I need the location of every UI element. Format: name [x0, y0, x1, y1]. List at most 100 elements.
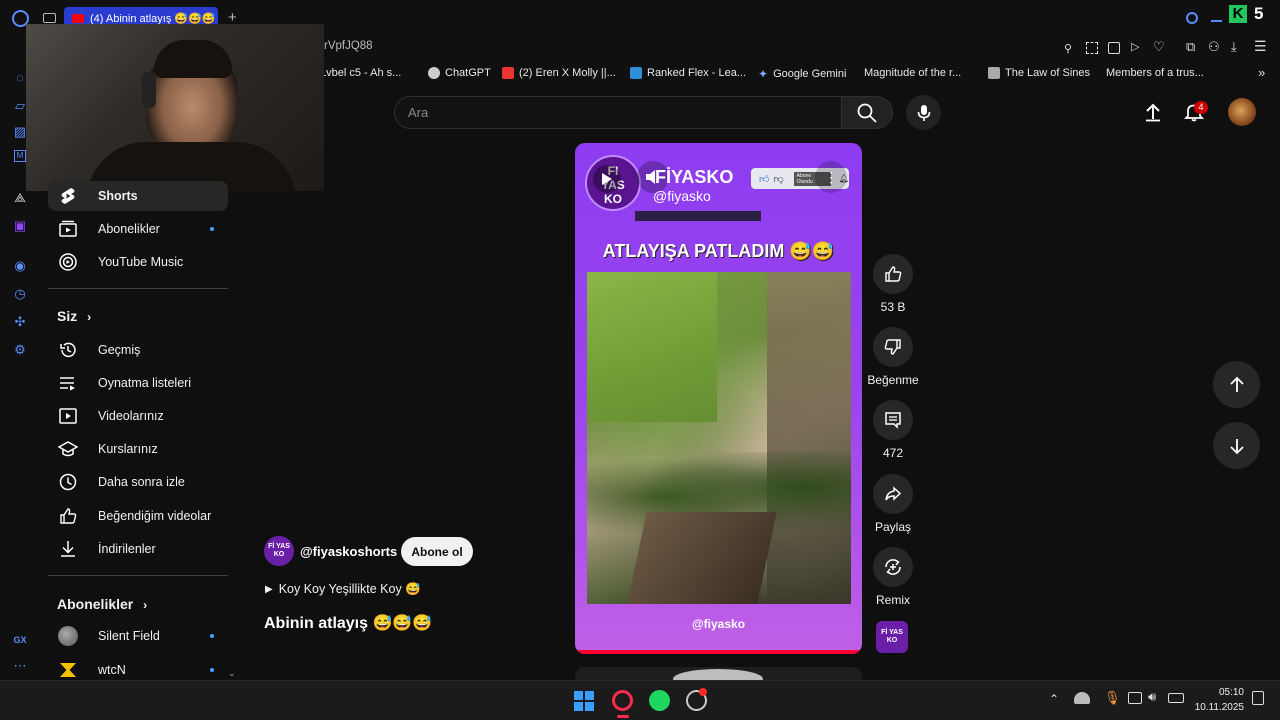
subscriptions-icon	[58, 219, 78, 239]
search-input[interactable]: Ara	[394, 96, 842, 129]
tray-battery-icon[interactable]	[1168, 693, 1184, 703]
snapshot-icon[interactable]	[1086, 42, 1098, 54]
short-watermark: @fiyasko	[691, 617, 746, 631]
minimize-icon[interactable]	[1211, 20, 1222, 22]
menu-icon[interactable]: ☰	[1254, 38, 1267, 55]
your-videos-icon	[58, 406, 78, 426]
extensions-icon[interactable]: ⧉	[1186, 39, 1195, 55]
bookmark-item[interactable]: (2) Eren X Molly ||...	[502, 67, 616, 79]
sidebar-item-courses[interactable]: Kurslarınız	[48, 434, 228, 464]
bookmarks-overflow-icon[interactable]: »	[1258, 65, 1265, 80]
windows-taskbar: ⌃ 🎙︎ 🔊︎ 05:10 10.11.2025	[0, 680, 1280, 720]
tab-workspaces-icon[interactable]	[43, 13, 56, 23]
bookmark-item[interactable]: Magnitude of the r...	[864, 67, 961, 79]
sidebar-more-icon[interactable]: ⋯	[12, 658, 28, 674]
sidebar-discord-icon[interactable]: ⟁	[12, 190, 28, 206]
heart-icon[interactable]: ♡	[1153, 39, 1165, 55]
tray-network-app-icon[interactable]	[1074, 692, 1090, 704]
sidebar-messenger-icon[interactable]: M	[14, 150, 26, 162]
progress-bar[interactable]	[575, 650, 862, 654]
frame-canyon	[767, 272, 851, 604]
extension-badge: 5	[1254, 4, 1264, 23]
comments-button[interactable]: 472	[872, 400, 914, 460]
bookmark-item[interactable]: ✦ Google Gemini	[758, 67, 846, 81]
extension-k-icon[interactable]: K	[1229, 5, 1247, 23]
dislike-button[interactable]: Beğenme	[867, 327, 919, 387]
bookmark-item[interactable]: The Law of Sines	[988, 67, 1090, 79]
taskbar-time[interactable]: 05:10	[1196, 687, 1244, 698]
sidebar-item-downloads[interactable]: İndirilenler	[48, 534, 228, 564]
play-button[interactable]	[593, 165, 621, 193]
courses-icon	[58, 439, 78, 459]
sidebar-gx-label[interactable]: GX	[10, 632, 30, 648]
music-link[interactable]: ▶ Koy Koy Yeşillikte Koy 😅	[265, 582, 421, 597]
tray-microphone-icon[interactable]: 🎙︎	[1104, 690, 1121, 706]
subscribe-button[interactable]: Abone ol	[401, 537, 473, 566]
notification-center-icon[interactable]	[1252, 691, 1264, 705]
bookmark-item[interactable]: Lvbel c5 - Ah s...	[320, 67, 401, 79]
sidebar-settings-icon[interactable]: ⚙	[12, 342, 28, 358]
sidebar-item-watch-later[interactable]: Daha sonra izle	[48, 467, 228, 497]
search-button[interactable]	[841, 96, 893, 129]
chevron-right-icon: ›	[143, 598, 148, 612]
url-fragment[interactable]: rVpfJQ88	[324, 40, 373, 52]
shield-icon[interactable]	[1108, 42, 1120, 54]
account-avatar[interactable]	[1228, 98, 1256, 126]
taskbar-date[interactable]: 10.11.2025	[1186, 702, 1244, 713]
bookmark-item[interactable]: Ranked Flex - Lea...	[630, 67, 746, 79]
shorts-icon	[58, 186, 78, 206]
sidebar-item-channel[interactable]: Silent Field	[48, 621, 228, 651]
sidebar-player-icon[interactable]: ◉	[12, 258, 28, 274]
previous-short-button[interactable]	[1213, 361, 1260, 408]
tray-chevron-up-icon[interactable]: ⌃	[1049, 692, 1059, 706]
download-icon[interactable]: ⤓	[1231, 39, 1237, 55]
sidebar-twitch-icon[interactable]: ▣	[12, 218, 28, 234]
next-short-preview	[575, 667, 862, 680]
tray-volume-icon[interactable]: 🔊︎	[1148, 689, 1156, 705]
tray-display-icon[interactable]	[1128, 692, 1142, 704]
sidebar-item-your-videos[interactable]: Videolarınız	[48, 401, 228, 431]
comment-icon	[885, 412, 901, 429]
search-tabs-icon[interactable]	[1186, 12, 1198, 24]
voice-search-button[interactable]	[906, 95, 941, 130]
sidebar-item-youtube-music[interactable]: YouTube Music	[48, 247, 228, 277]
upload-button[interactable]	[1143, 102, 1163, 127]
channel-avatar	[58, 660, 78, 680]
spotify-icon[interactable]	[649, 690, 670, 711]
channel-handle[interactable]: @fiyaskoshorts	[300, 544, 397, 559]
section-subscriptions-header[interactable]: Abonelikler ›	[57, 596, 147, 612]
like-button[interactable]: 53 B	[872, 254, 914, 314]
sidebar-item-shorts[interactable]: Shorts	[48, 181, 228, 211]
share-icon	[885, 486, 902, 501]
section-you-header[interactable]: Siz ›	[57, 308, 91, 324]
share-button[interactable]: Paylaş	[872, 474, 914, 534]
sidebar-item-subscriptions[interactable]: Abonelikler	[48, 214, 228, 244]
bookmark-item[interactable]: ChatGPT	[428, 67, 491, 79]
pin-icon[interactable]: ⚲	[1064, 42, 1072, 55]
channel-avatar[interactable]: Fİ YAS KO	[264, 536, 294, 566]
sidebar-item-playlists[interactable]: Oynatma listeleri	[48, 368, 228, 398]
next-short-button[interactable]	[1213, 422, 1260, 469]
play-icon	[602, 173, 612, 185]
overlay-channel-handle: @fiyasko	[653, 188, 711, 204]
play-icon[interactable]: ▷	[1131, 40, 1139, 53]
opera-gx-taskbar-icon[interactable]	[612, 690, 633, 711]
sidebar-extensions-icon[interactable]: ✣	[12, 314, 28, 330]
sound-channel-avatar[interactable]: Fİ YAS KO	[876, 621, 908, 653]
more-options-button[interactable]: ⋮	[815, 161, 847, 193]
bookmark-item[interactable]: Members of a trus...	[1106, 67, 1204, 79]
thumbs-down-icon: 👎︎	[773, 173, 784, 185]
sidebar-history-icon[interactable]: ◷	[12, 286, 28, 302]
gemini-favicon-icon: ✦	[758, 67, 769, 81]
short-video-player[interactable]: FI YAS KO FİYASKO @fiyasko 👍︎ 👎︎ Abone Olu…	[575, 143, 862, 654]
webcam-headset	[142, 72, 156, 108]
youtube-favicon-icon	[502, 67, 514, 79]
search-placeholder: Ara	[408, 105, 429, 120]
sidebar-item-history[interactable]: Geçmiş	[48, 335, 228, 365]
profile-icon[interactable]: ⚇	[1208, 39, 1220, 55]
sidebar-scroll-down-icon[interactable]: ⌄	[228, 668, 236, 679]
remix-button[interactable]: Remix	[872, 547, 914, 607]
start-button[interactable]	[574, 691, 594, 711]
search-icon	[857, 103, 877, 123]
sidebar-item-liked-videos[interactable]: Beğendiğim videolar	[48, 501, 228, 531]
